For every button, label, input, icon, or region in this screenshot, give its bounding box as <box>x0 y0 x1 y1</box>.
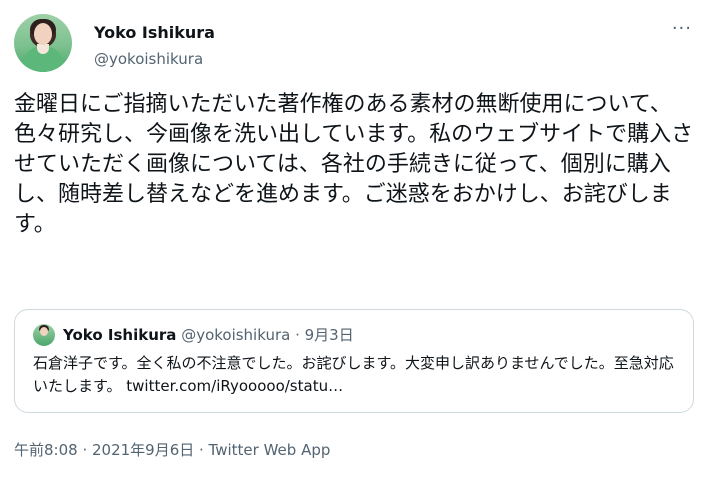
display-name[interactable]: Yoko Ishikura <box>94 23 215 42</box>
avatar[interactable] <box>14 14 72 72</box>
quoted-header: Yoko Ishikura @yokoishikura · 9月3日 <box>63 324 354 345</box>
avatar-face <box>34 23 52 45</box>
quoted-text: 石倉洋子です。全く私の不注意でした。お詫びします。大変申し訳ありませんでした。至… <box>33 354 674 395</box>
more-options-icon[interactable]: ··· <box>672 18 692 39</box>
quoted-avatar <box>33 324 55 346</box>
user-handle[interactable]: @yokoishikura <box>94 50 203 68</box>
tweet-text: 金曜日にご指摘いただいた著作権のある素材の無断使用について、色々研究し、今画像を… <box>14 92 694 237</box>
quoted-avatar-face <box>40 327 48 336</box>
tweet-timestamp[interactable]: 午前8:08 · 2021年9月6日 · Twitter Web App <box>14 439 330 460</box>
quoted-tweet[interactable]: Yoko Ishikura @yokoishikura · 9月3日 石倉洋子で… <box>14 309 694 413</box>
quoted-display-name: Yoko Ishikura <box>63 326 177 344</box>
quoted-meta: @yokoishikura · 9月3日 <box>181 326 354 344</box>
tweet-header: Yoko Ishikura @yokoishikura ··· <box>14 14 700 76</box>
